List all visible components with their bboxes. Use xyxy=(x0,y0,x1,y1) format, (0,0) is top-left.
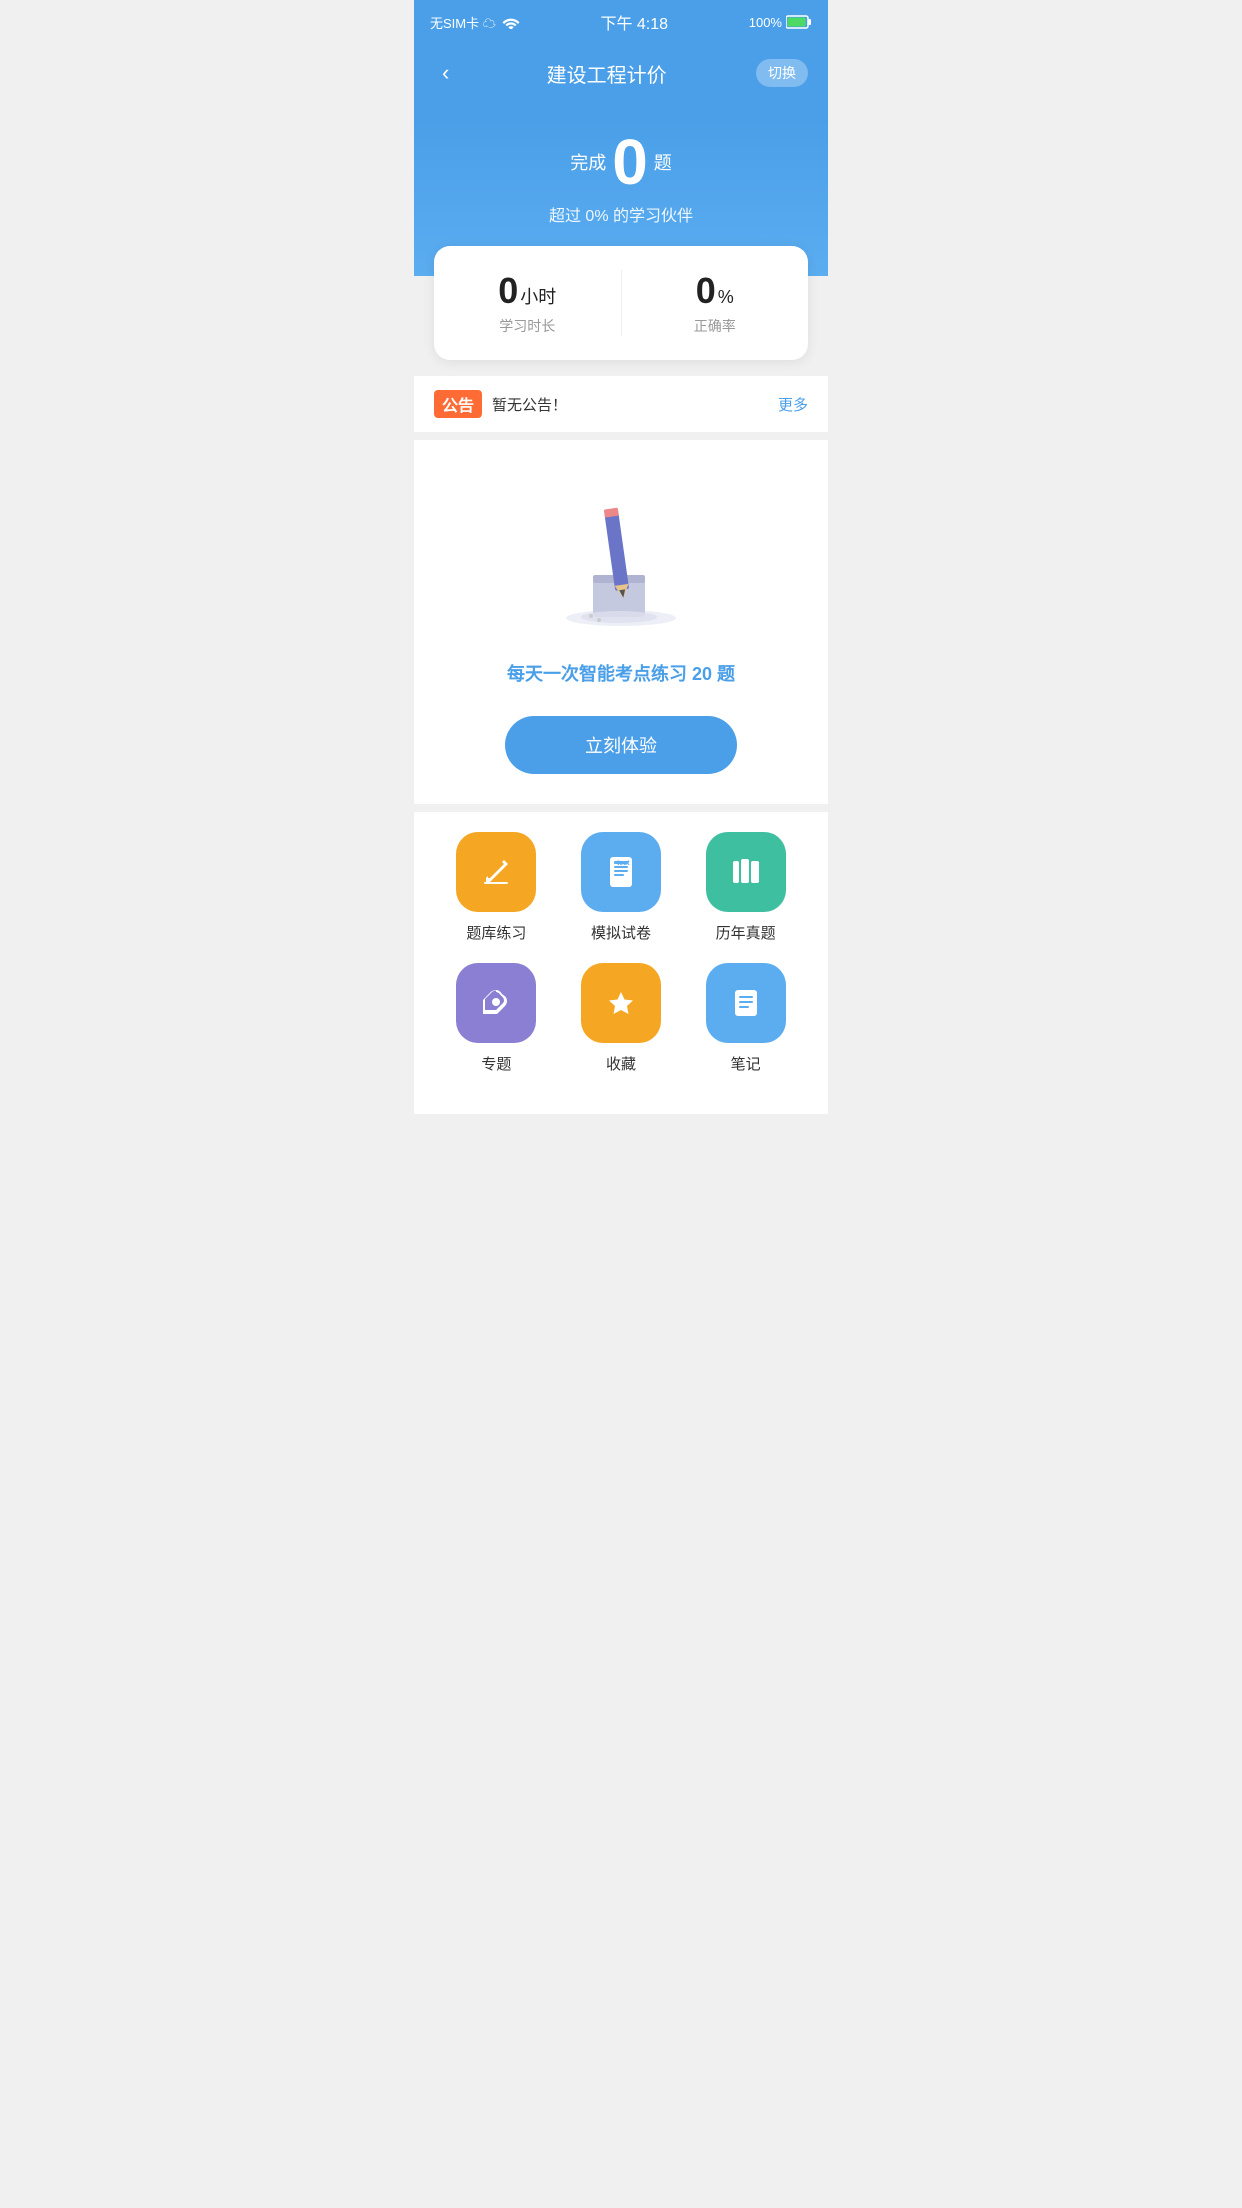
grid-item-shoucang[interactable]: 收藏 xyxy=(571,963,671,1074)
stats-card: 0小时 学习时长 0% 正确率 xyxy=(434,246,808,360)
sim-label: 无SIM卡 ☁ xyxy=(430,13,496,32)
shoucang-label: 收藏 xyxy=(606,1053,636,1074)
linian-label: 历年真题 xyxy=(716,922,776,943)
moni-icon-bg: test xyxy=(581,832,661,912)
notes-label: 笔记 xyxy=(731,1053,761,1074)
svg-text:test: test xyxy=(617,860,630,867)
pencil-illustration xyxy=(541,480,701,630)
stat-study-time: 0小时 学习时长 xyxy=(434,270,621,336)
completed-prefix: 完成 xyxy=(570,149,606,175)
completed-row: 完成 0 题 xyxy=(434,130,808,194)
moni-label: 模拟试卷 xyxy=(591,922,651,943)
tiku-label: 题库练习 xyxy=(466,922,526,943)
linian-icon-bg xyxy=(706,832,786,912)
star-icon xyxy=(600,982,642,1024)
battery-percent: 100% xyxy=(749,15,782,30)
switch-button[interactable]: 切换 xyxy=(756,59,808,87)
completed-number: 0 xyxy=(612,130,648,194)
battery-icon xyxy=(786,15,812,29)
divider-2 xyxy=(414,804,828,812)
test-icon: test xyxy=(600,851,642,893)
completed-suffix: 题 xyxy=(654,149,672,175)
stat-accuracy-value: 0% xyxy=(622,270,809,312)
experience-button[interactable]: 立刻体验 xyxy=(505,716,737,774)
zhuanti-icon-bg xyxy=(456,963,536,1043)
stat-accuracy: 0% 正确率 xyxy=(621,270,809,336)
tiku-icon-bg xyxy=(456,832,536,912)
grid-row-1: 题库练习 test 模拟试卷 xyxy=(434,832,808,943)
status-time: 下午 4:18 xyxy=(600,10,668,34)
books-icon xyxy=(725,851,767,893)
status-right: 100% xyxy=(749,15,812,30)
grid-item-moni[interactable]: test 模拟试卷 xyxy=(571,832,671,943)
edit-icon xyxy=(476,852,516,892)
status-bar: 无SIM卡 ☁ 下午 4:18 100% xyxy=(414,0,828,44)
stat-time-label: 学习时长 xyxy=(434,316,621,336)
notice-text: 暂无公告！ xyxy=(492,394,768,415)
wifi-icon xyxy=(502,15,520,29)
practice-section: 每天一次智能考点练习 20 题 立刻体验 xyxy=(414,440,828,804)
pen-icon xyxy=(475,982,517,1024)
notes-icon-bg xyxy=(706,963,786,1043)
hero-subtext: 超过 0% 的学习伙伴 xyxy=(434,202,808,226)
stat-accuracy-label: 正确率 xyxy=(622,316,809,336)
stat-time-value: 0小时 xyxy=(434,270,621,312)
shoucang-icon-bg xyxy=(581,963,661,1043)
grid-row-2: 专题 收藏 笔记 xyxy=(434,963,808,1074)
notice-bar: 公告 暂无公告！ 更多 xyxy=(414,376,828,432)
page-title: 建设工程计价 xyxy=(457,59,756,88)
grid-item-zhuanti[interactable]: 专题 xyxy=(446,963,546,1074)
back-button[interactable]: ‹ xyxy=(434,56,457,90)
grid-section: 题库练习 test 模拟试卷 xyxy=(414,812,828,1114)
grid-item-tiku[interactable]: 题库练习 xyxy=(446,832,546,943)
notice-tag: 公告 xyxy=(434,390,482,418)
page-header: ‹ 建设工程计价 切换 xyxy=(414,44,828,120)
grid-item-linian[interactable]: 历年真题 xyxy=(696,832,796,943)
practice-description: 每天一次智能考点练习 20 题 xyxy=(434,660,808,686)
divider-1 xyxy=(414,432,828,440)
zhuanti-label: 专题 xyxy=(481,1053,511,1074)
notes-icon xyxy=(725,982,767,1024)
grid-item-notes[interactable]: 笔记 xyxy=(696,963,796,1074)
status-left: 无SIM卡 ☁ xyxy=(430,13,520,32)
notice-more[interactable]: 更多 xyxy=(778,394,808,415)
